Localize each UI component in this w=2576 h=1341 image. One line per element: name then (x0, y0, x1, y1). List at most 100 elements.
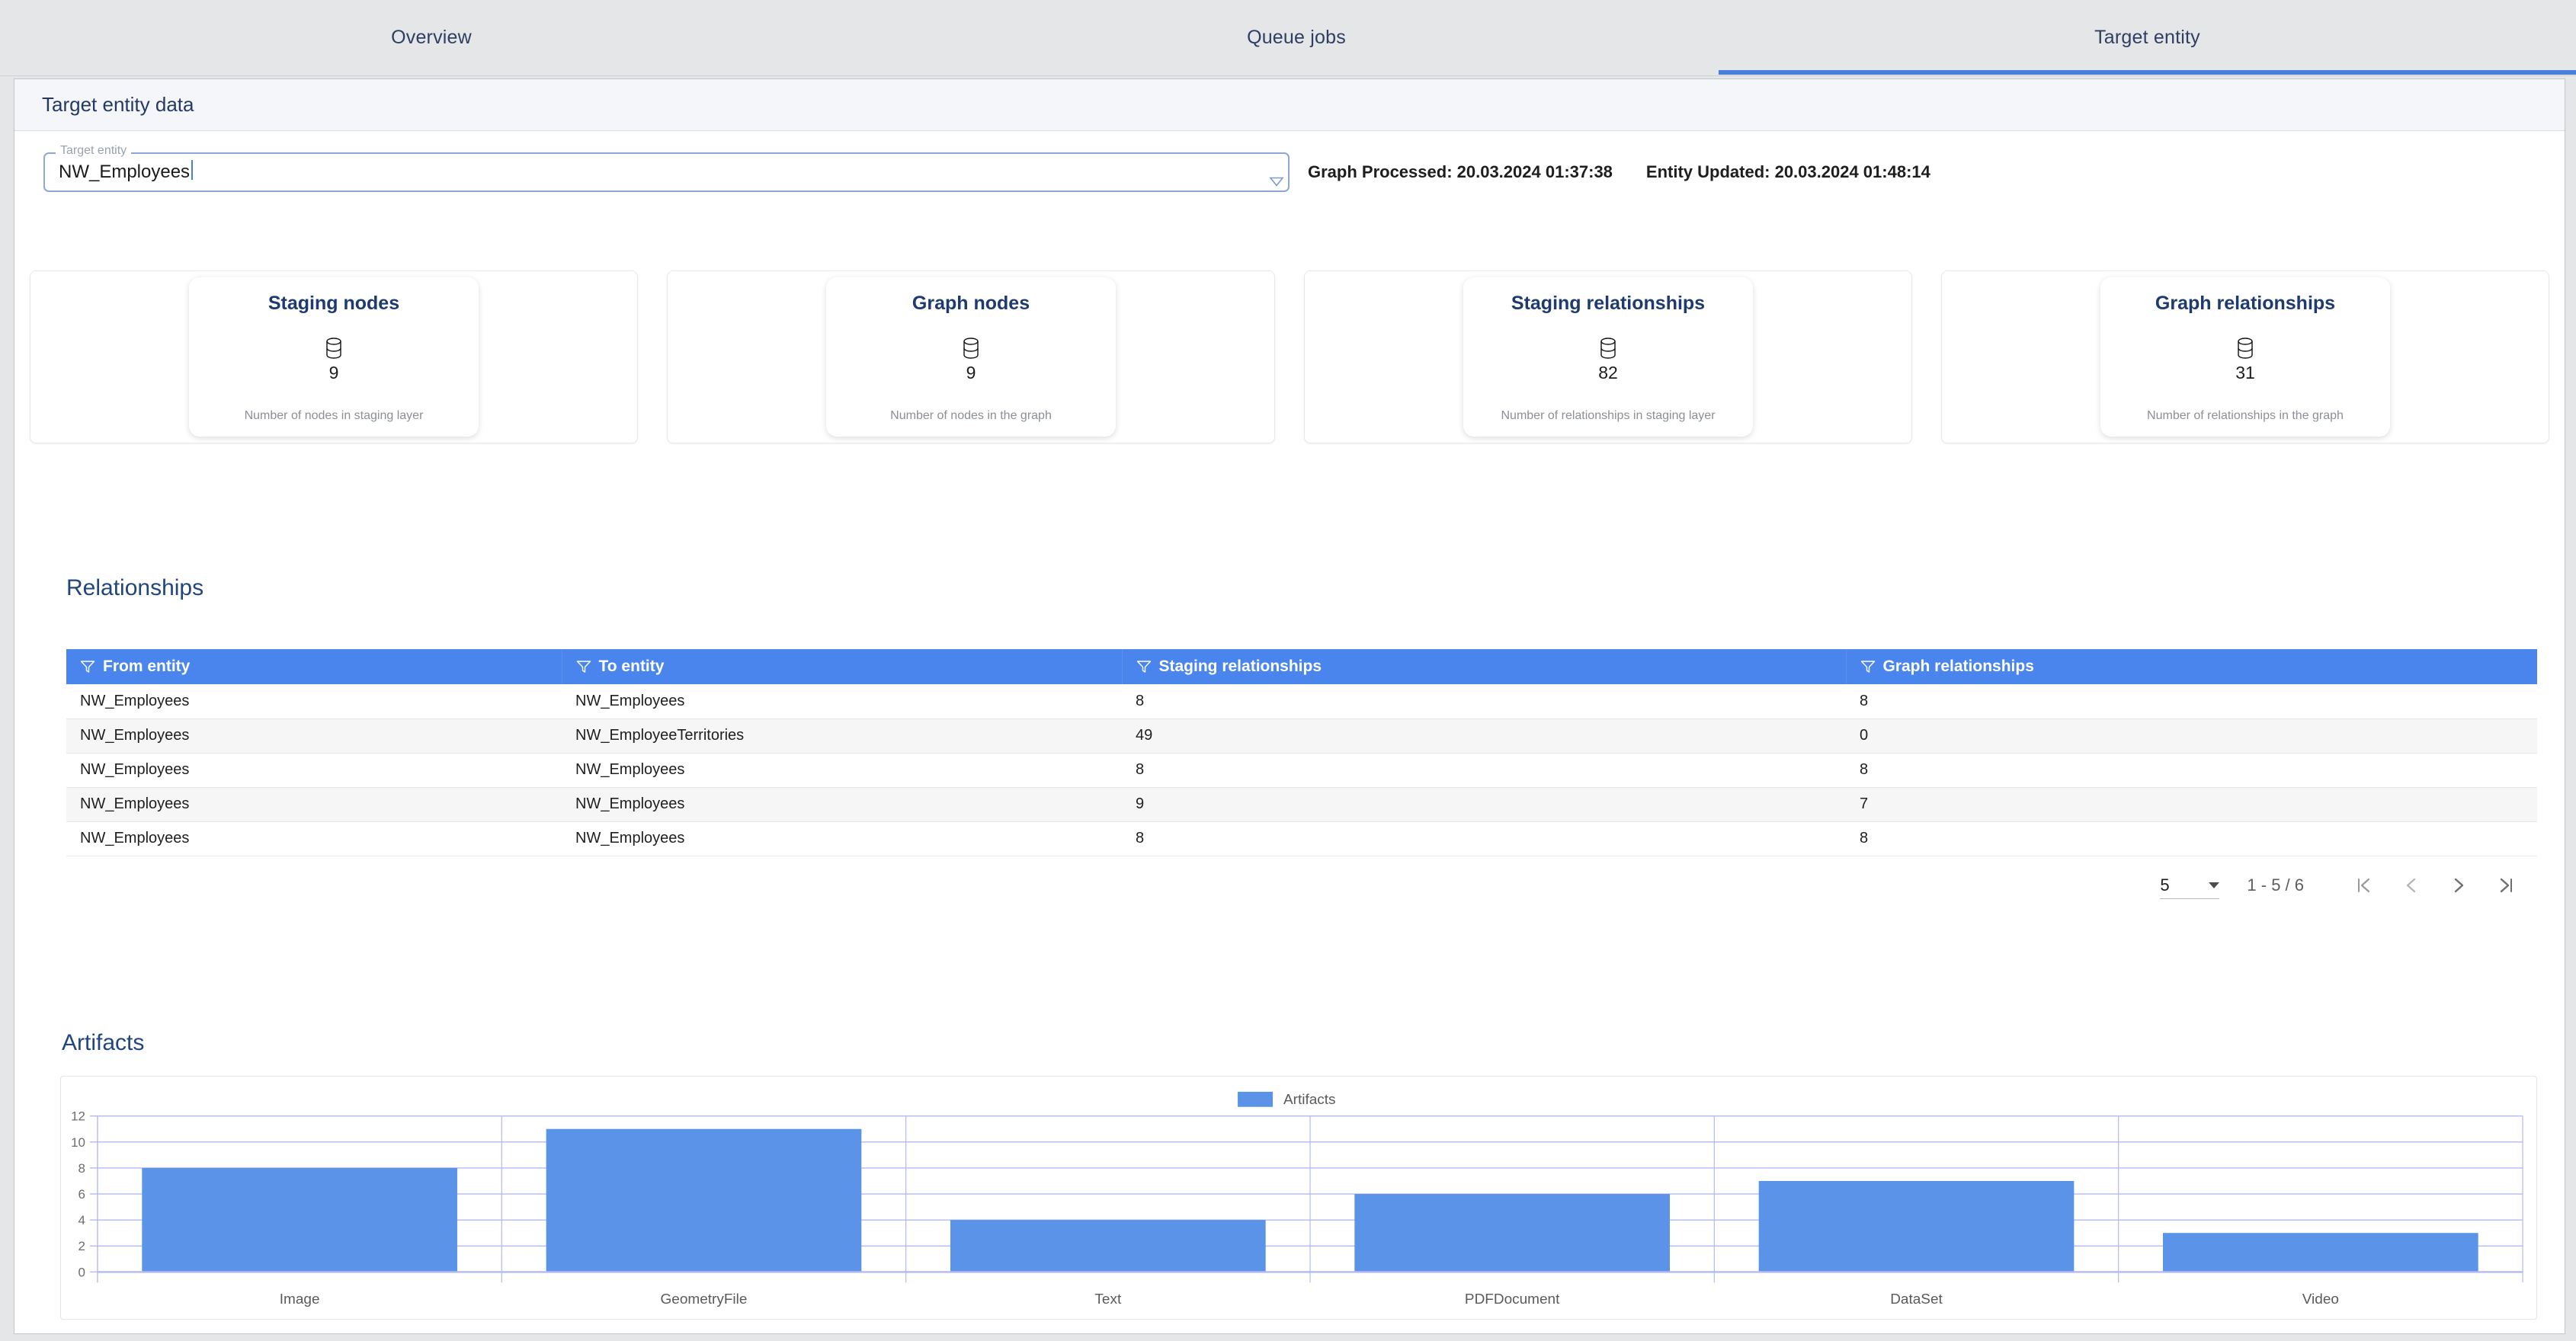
last-page-icon (2496, 875, 2516, 895)
cell-staging-relationships: 8 (1122, 753, 1846, 788)
database-icon (1600, 338, 1616, 359)
artifacts-section-title: Artifacts (62, 1030, 145, 1055)
stat-card-staging-relationships: Staging relationships 82 Number of relat… (1304, 270, 1912, 443)
stat-card-value: 9 (966, 363, 976, 382)
chart-x-tick-label: Video (2302, 1291, 2339, 1307)
stat-card-inner: Staging nodes 9 Number of nodes in stagi… (189, 277, 479, 437)
stat-card-description: Number of nodes in staging layer (244, 409, 424, 422)
stat-card-title: Staging nodes (268, 293, 400, 314)
artifacts-chart-card: 0 2 4 6 8 10 12 Image GeometryFile Text PDFDocumen… (60, 1076, 2537, 1320)
relationships-section-title: Relationships (66, 575, 204, 600)
cell-from-entity: NW_Employees (66, 684, 562, 719)
stat-card-title: Staging relationships (1511, 293, 1706, 314)
chart-y-tick-label: 8 (78, 1161, 85, 1176)
chart-x-tick-label: Text (1094, 1291, 1122, 1307)
page-range-label: 1 - 5 / 6 (2247, 875, 2304, 895)
first-page-button[interactable] (2341, 862, 2388, 909)
cell-graph-relationships: 7 (1846, 787, 2537, 822)
column-header-staging-relationships[interactable]: Staging relationships (1122, 649, 1847, 684)
stat-card-description: Number of relationships in the graph (2147, 409, 2344, 422)
column-header-label: Graph relationships (1882, 658, 2034, 675)
relationships-table: From entity To entity Staging relationsh… (66, 649, 2537, 856)
previous-page-icon (2401, 875, 2421, 895)
filter-icon[interactable] (1136, 660, 1152, 674)
page-title: Target entity data (42, 93, 194, 116)
tab-bar: Overview Queue jobs Target entity (0, 0, 2576, 76)
cell-graph-relationships: 8 (1846, 753, 2537, 788)
target-entity-value: NW_Employees (59, 160, 194, 182)
chart-bar[interactable] (2163, 1233, 2478, 1272)
cell-from-entity: NW_Employees (66, 719, 562, 754)
cell-graph-relationships: 8 (1846, 684, 2537, 719)
next-page-icon (2449, 875, 2469, 895)
filter-icon[interactable] (1860, 660, 1876, 674)
stat-card-graph-nodes: Graph nodes 9 Number of nodes in the gra… (667, 270, 1275, 443)
entity-meta: Graph Processed: 20.03.2024 01:37:38 Ent… (1308, 162, 1930, 182)
database-icon (325, 338, 342, 359)
table-row[interactable]: NW_Employees NW_Employees 8 8 (66, 753, 2537, 788)
chart-y-tick-label: 2 (78, 1239, 85, 1253)
chart-y-tick-label: 6 (78, 1187, 85, 1202)
table-row[interactable]: NW_Employees NW_Employees 9 7 (66, 787, 2537, 822)
cell-to-entity: NW_Employees (562, 684, 1122, 719)
table-header-row: From entity To entity Staging relationsh… (66, 649, 2537, 684)
stat-card-staging-nodes: Staging nodes 9 Number of nodes in stagi… (30, 270, 638, 443)
chart-bar[interactable] (950, 1220, 1266, 1272)
cell-to-entity: NW_Employees (562, 787, 1122, 822)
chart-bar[interactable] (142, 1167, 457, 1272)
cell-from-entity: NW_Employees (66, 753, 562, 788)
table-row[interactable]: NW_Employees NW_Employees 8 8 (66, 821, 2537, 856)
cell-staging-relationships: 9 (1122, 787, 1846, 822)
stat-card-inner: Staging relationships 82 Number of relat… (1463, 277, 1753, 437)
cell-to-entity: NW_EmployeeTerritories (562, 719, 1122, 754)
artifacts-bar-chart: 0 2 4 6 8 10 12 Image GeometryFile Text PDFDocumen… (71, 1091, 2523, 1307)
filter-icon[interactable] (576, 660, 591, 674)
cell-staging-relationships: 8 (1122, 684, 1846, 719)
column-header-label: Staging relationships (1158, 658, 1322, 675)
tab-overview[interactable]: Overview (302, 0, 561, 75)
stat-card-title: Graph nodes (912, 293, 1030, 314)
chart-legend-swatch (1238, 1091, 1274, 1107)
table-row[interactable]: NW_Employees NW_Employees 8 8 (66, 684, 2537, 719)
chart-bar[interactable] (546, 1128, 862, 1272)
chart-bar[interactable] (1758, 1180, 2075, 1272)
filter-icon[interactable] (80, 660, 95, 674)
target-entity-select-row: Target entity NW_Employees Graph Process… (43, 145, 1930, 192)
cell-to-entity: NW_Employees (562, 753, 1122, 788)
target-entity-select[interactable]: Target entity NW_Employees (43, 145, 1290, 192)
target-entity-panel: Target entity data Target entity NW_Empl… (14, 78, 2565, 1334)
last-page-button[interactable] (2482, 862, 2530, 909)
stat-card-inner: Graph nodes 9 Number of nodes in the gra… (826, 277, 1116, 437)
cell-from-entity: NW_Employees (66, 787, 562, 822)
first-page-icon (2354, 875, 2374, 895)
database-icon (963, 338, 979, 359)
chart-bar[interactable] (1354, 1194, 1670, 1272)
tab-target-entity[interactable]: Target entity (1719, 0, 2576, 75)
stat-card-value: 9 (328, 363, 339, 382)
column-header-graph-relationships[interactable]: Graph relationships (1846, 649, 2537, 684)
column-header-from-entity[interactable]: From entity (66, 649, 562, 684)
graph-processed-text: Graph Processed: 20.03.2024 01:37:38 (1308, 162, 1613, 181)
panel-body: Target entity NW_Employees Graph Process… (14, 131, 2565, 1333)
page-size-select[interactable]: 5 (2160, 872, 2220, 899)
chevron-down-icon (2209, 882, 2220, 888)
previous-page-button[interactable] (2388, 862, 2435, 909)
table-row[interactable]: NW_Employees NW_EmployeeTerritories 49 0 (66, 719, 2537, 754)
chart-x-tick-label: GeometryFile (661, 1291, 748, 1307)
next-page-button[interactable] (2435, 862, 2482, 909)
stat-card-title: Graph relationships (2155, 293, 2336, 314)
stat-card-value: 31 (2235, 363, 2255, 382)
stat-card-group: Staging nodes 9 Number of nodes in stagi… (30, 270, 2549, 443)
column-header-label: To entity (598, 658, 665, 675)
tab-queue-jobs-label: Queue jobs (1247, 26, 1346, 48)
column-header-label: From entity (103, 658, 191, 675)
page-size-value: 5 (2160, 875, 2170, 895)
table-paginator: 5 1 - 5 / 6 (66, 859, 2537, 912)
chevron-down-icon[interactable] (1262, 168, 1284, 187)
chart-y-tick-label: 12 (71, 1109, 85, 1124)
stat-card-description: Number of relationships in staging layer (1501, 409, 1716, 422)
column-header-to-entity[interactable]: To entity (562, 649, 1123, 684)
chart-legend-label: Artifacts (1283, 1092, 1336, 1108)
tab-queue-jobs[interactable]: Queue jobs (1167, 0, 1426, 75)
entity-updated-text: Entity Updated: 20.03.2024 01:48:14 (1645, 162, 1930, 181)
